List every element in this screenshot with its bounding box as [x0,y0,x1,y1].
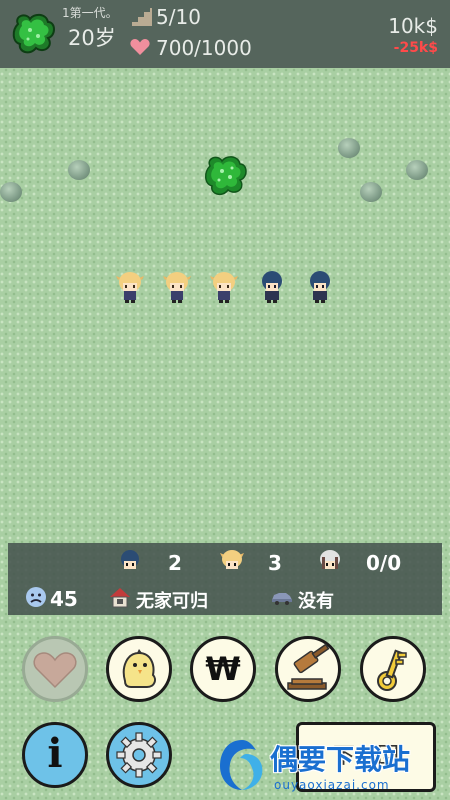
family-status-panel: 2 3 0/0 45 无家可归 没有 [8,543,442,615]
top-status-bar: 1第一代。 20岁 5/10 700/1000 10k$ -25k$ [0,0,450,68]
elder-count: 0/0 [366,551,402,575]
gear-icon [116,732,162,778]
age-label: 20岁 [68,26,116,50]
family-member-boy[interactable] [306,270,334,304]
male-count: 2 [168,551,182,575]
chick-button[interactable] [106,636,172,702]
female-count: 3 [268,551,282,575]
hp-value: 700/1000 [156,36,252,60]
elder-icon [320,550,340,569]
car-status: 没有 [298,591,334,612]
gavel-button[interactable] [275,636,341,702]
stairs-icon [132,8,152,26]
heart-icon [130,39,150,55]
bush-rock [338,138,360,158]
money-value: 10k$ [388,14,438,38]
key-button[interactable] [360,636,426,702]
bush-rock [0,182,22,202]
heart-button[interactable] [22,636,88,702]
won-button[interactable]: ₩ [190,636,256,702]
generation-label: 1第一代。 [62,6,118,20]
slime-icon [12,13,55,54]
home-status: 无家可归 [136,591,208,612]
watermark-logo-icon [220,740,263,790]
bush-rock [406,160,428,180]
girl-icon [220,550,244,569]
chick-icon [122,649,156,688]
mood-value: 45 [50,587,78,611]
slime-enemy[interactable] [202,152,250,198]
watermark-url: ouyaoxiazai.com [274,778,390,792]
boy-icon [121,550,139,569]
info-button[interactable]: i [22,722,88,788]
money-change: -25k$ [393,40,438,56]
floor-progress: 5/10 [156,5,201,29]
car-icon [272,593,292,605]
won-icon: ₩ [205,650,241,688]
bush-rock [360,182,382,202]
family-member-girl[interactable] [116,270,144,304]
heart-icon [33,652,77,689]
house-icon [110,588,130,608]
family-member-boy[interactable] [258,270,286,304]
key-icon [377,649,407,691]
info-icon: i [47,730,63,777]
sad-face-icon [26,587,46,607]
gavel-icon [287,643,330,690]
family-member-girl[interactable] [163,270,191,304]
family-member-girl[interactable] [210,270,238,304]
settings-button[interactable] [106,722,172,788]
watermark-title: 偶要下载站 [270,743,411,776]
site-watermark: 偶要下载站 ouyaoxiazai.com [212,732,448,798]
bush-rock [68,160,90,180]
